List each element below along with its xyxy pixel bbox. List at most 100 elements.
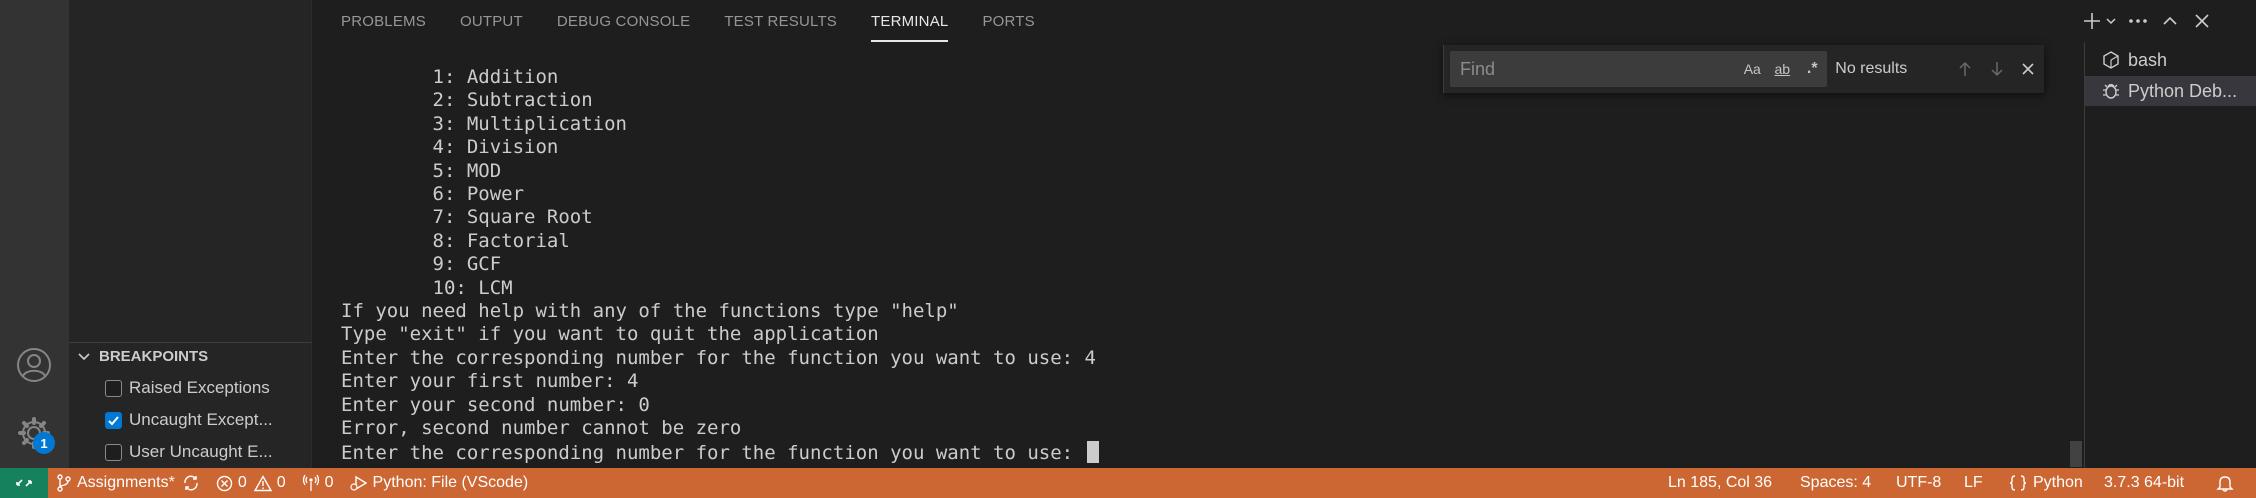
manage-button[interactable]: 1	[11, 410, 57, 456]
ellipsis-icon	[2129, 19, 2147, 23]
terminal-item-label: bash	[2128, 49, 2168, 70]
error-count: 0	[237, 474, 247, 491]
breakpoint-uncaught-exceptions[interactable]: Uncaught Except...	[105, 406, 273, 434]
tab-terminal[interactable]: TERMINAL	[871, 0, 949, 42]
terminal-line: 8: Factorial	[341, 229, 570, 252]
find-input[interactable]	[1460, 58, 1738, 80]
breakpoint-label: Raised Exceptions	[129, 378, 270, 397]
more-actions-button[interactable]	[2122, 6, 2154, 36]
close-find-button[interactable]	[2012, 53, 2044, 85]
git-branch-icon	[57, 474, 71, 492]
language-status[interactable]: Python	[2009, 468, 2083, 498]
whole-word-toggle[interactable]: ab	[1767, 55, 1797, 83]
checkbox[interactable]	[105, 379, 122, 397]
terminal-tabs-list: bash Python Deb...	[2084, 42, 2256, 468]
maximize-panel-button[interactable]	[2154, 6, 2186, 36]
warning-count: 0	[276, 474, 286, 491]
breakpoints-title: BREAKPOINTS	[99, 348, 209, 365]
terminal-scrollbar[interactable]	[2070, 441, 2082, 467]
breakpoints-section-header[interactable]: BREAKPOINTS	[69, 342, 312, 370]
terminal-cursor	[1086, 440, 1099, 463]
terminal-line: Error, second number cannot be zero	[341, 417, 742, 440]
chevron-up-icon	[2163, 16, 2177, 25]
status-bar: Assignments* 0 0 0 Python: File (VScode)	[0, 468, 2256, 498]
arrow-down-icon	[1991, 62, 2003, 77]
debug-config-status[interactable]: Python: File (VScode)	[342, 468, 537, 498]
terminal-line: 7: Square Root	[341, 206, 593, 229]
find-widget: Aa ab .* No results	[1443, 45, 2044, 93]
terminal-icon	[2103, 51, 2119, 69]
terminal-line: Enter your first number: 4	[341, 370, 639, 393]
terminal-line: 1: Addition	[341, 66, 559, 88]
activity-bar: 1	[0, 0, 69, 468]
problems-status[interactable]: 0 0	[208, 468, 294, 498]
terminal-line: 10: LCM	[341, 276, 513, 299]
tab-ports[interactable]: PORTS	[982, 0, 1034, 42]
breakpoint-label: Uncaught Except...	[129, 410, 273, 429]
settings-badge: 1	[33, 432, 55, 454]
encoding-status[interactable]: UTF-8	[1896, 468, 1941, 498]
breakpoint-label: User Uncaught E...	[129, 442, 273, 461]
indentation-status[interactable]: Spaces: 4	[1800, 468, 1871, 498]
sync-icon	[184, 475, 198, 491]
close-icon	[2022, 63, 2034, 75]
notifications-button[interactable]	[2216, 468, 2234, 498]
remote-icon	[16, 479, 32, 487]
interpreter-status[interactable]: 3.7.3 64-bit	[2104, 468, 2184, 498]
remote-indicator[interactable]	[0, 468, 48, 498]
terminal-line: 4: Division	[341, 136, 559, 159]
account-icon	[17, 348, 51, 382]
tab-test-results[interactable]: TEST RESULTS	[724, 0, 837, 42]
bell-icon	[2216, 476, 2234, 492]
cursor-position-status[interactable]: Ln 185, Col 36	[1668, 468, 1772, 498]
next-match-button[interactable]	[1981, 53, 2013, 85]
terminal-prompt-line: Enter the corresponding number for the f…	[341, 440, 1099, 465]
tab-problems[interactable]: PROBLEMS	[341, 0, 426, 42]
terminal-output[interactable]: 1: Addition 2: Subtraction 3: Multiplica…	[341, 66, 1099, 465]
terminal-item-label: Python Deb...	[2128, 80, 2238, 101]
debug-icon	[2103, 83, 2119, 99]
terminal-line: 5: MOD	[341, 159, 502, 182]
find-results-status: No results	[1835, 60, 1908, 77]
regex-toggle[interactable]: .*	[1797, 55, 1827, 83]
eol-status[interactable]: LF	[1964, 468, 1983, 498]
breakpoint-user-uncaught-exceptions[interactable]: User Uncaught E...	[105, 438, 273, 466]
error-icon	[216, 475, 233, 491]
panel-tabs: PROBLEMS OUTPUT DEBUG CONSOLE TEST RESUL…	[313, 0, 2083, 42]
debug-config-label: Python: File (VScode)	[372, 474, 529, 491]
branch-name: Assignments*	[77, 474, 175, 491]
debug-run-icon	[349, 475, 367, 491]
accounts-button[interactable]	[11, 342, 57, 388]
checkbox-checked[interactable]	[105, 411, 122, 429]
terminal-line: 6: Power	[341, 183, 525, 206]
sidebar: BREAKPOINTS Raised Exceptions Uncaught E…	[69, 0, 312, 468]
close-icon	[2195, 14, 2209, 28]
check-icon	[108, 415, 119, 425]
ports-count: 0	[324, 474, 334, 491]
braces-icon	[2009, 475, 2027, 491]
previous-match-button[interactable]	[1949, 53, 1981, 85]
terminal-line: 9: GCF	[341, 253, 502, 276]
close-panel-button[interactable]	[2186, 6, 2218, 36]
terminal-item-bash[interactable]: bash	[2085, 45, 2256, 75]
breakpoint-raised-exceptions[interactable]: Raised Exceptions	[105, 374, 270, 402]
arrow-up-icon	[1959, 61, 1971, 76]
radio-tower-icon	[302, 474, 319, 491]
tab-output[interactable]: OUTPUT	[460, 0, 523, 42]
terminal-line: If you need help with any of the functio…	[341, 300, 959, 323]
plus-icon	[2083, 13, 2100, 29]
ports-status[interactable]: 0	[294, 468, 342, 498]
find-input-box: Aa ab .*	[1450, 51, 1828, 87]
chevron-down-icon	[2105, 18, 2116, 25]
terminal-line: Enter the corresponding number for the f…	[341, 346, 1096, 369]
terminal-line: 3: Multiplication	[341, 112, 627, 135]
terminal-item-python-debug[interactable]: Python Deb...	[2085, 76, 2256, 106]
git-branch-status[interactable]: Assignments*	[48, 468, 208, 498]
match-case-toggle[interactable]: Aa	[1737, 55, 1767, 83]
chevron-down-icon	[78, 352, 90, 360]
tab-debug-console[interactable]: DEBUG CONSOLE	[557, 0, 690, 42]
language-label: Python	[2033, 474, 2083, 491]
new-terminal-button[interactable]	[2076, 6, 2122, 36]
checkbox[interactable]	[105, 443, 122, 461]
terminal-line: Enter the corresponding number for the f…	[341, 441, 1085, 464]
